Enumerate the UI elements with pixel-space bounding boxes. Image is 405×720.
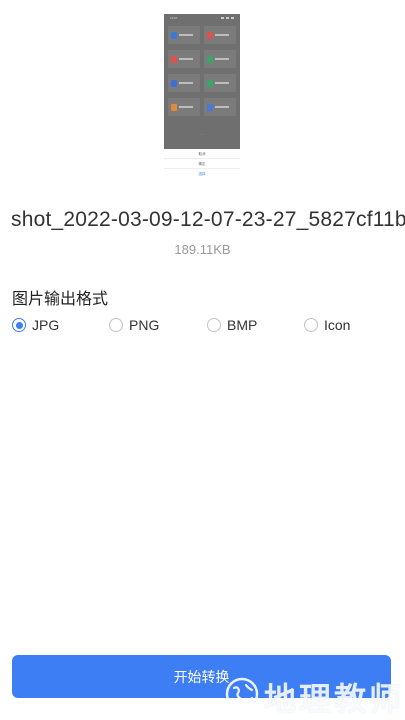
preview-sheet-row: 确定 [164,159,240,169]
preview-card [168,50,200,68]
file-name: shot_2022-03-09-12-07-23-27_5827cf11b7da [11,208,405,231]
format-option-label: PNG [129,317,160,333]
preview-sheet: 取消 确定 选择 [164,149,240,180]
format-radio-group: JPG PNG BMP Icon [12,316,402,334]
image-preview: 13:07 ······ 取消 确定 选择 [164,14,240,180]
format-option-label: JPG [32,317,60,333]
radio-unchecked-icon[interactable] [109,318,123,332]
preview-status-icons [221,17,234,19]
preview-card [168,98,200,116]
preview-sheet-row: 选择 [198,172,206,176]
format-option-icon[interactable]: Icon [304,316,350,334]
format-section-title: 图片输出格式 [12,291,109,308]
radio-unchecked-icon[interactable] [207,318,221,332]
preview-card [168,74,200,92]
preview-card [168,26,200,44]
file-size: 189.11KB [174,242,231,257]
preview-grid [168,26,236,116]
radio-checked-icon[interactable] [12,318,26,332]
format-option-label: BMP [227,317,258,333]
format-option-png[interactable]: PNG [109,316,159,334]
format-option-jpg[interactable]: JPG [12,316,59,334]
start-conversion-button[interactable]: 开始转换 [12,655,391,698]
preview-card [204,74,236,92]
preview-card [204,98,236,116]
radio-unchecked-icon[interactable] [304,318,318,332]
format-option-label: Icon [324,317,351,333]
preview-sheet-row: 取消 [164,149,240,159]
file-name-container: shot_2022-03-09-12-07-23-27_5827cf11b7da [0,206,405,236]
preview-footer: ······ [199,132,205,136]
preview-card [204,26,236,44]
preview-time: 13:07 [170,16,178,20]
preview-status-bar: 13:07 [164,14,240,22]
format-option-bmp[interactable]: BMP [207,316,257,334]
preview-card [204,50,236,68]
preview-screen: 13:07 ······ [164,14,240,149]
